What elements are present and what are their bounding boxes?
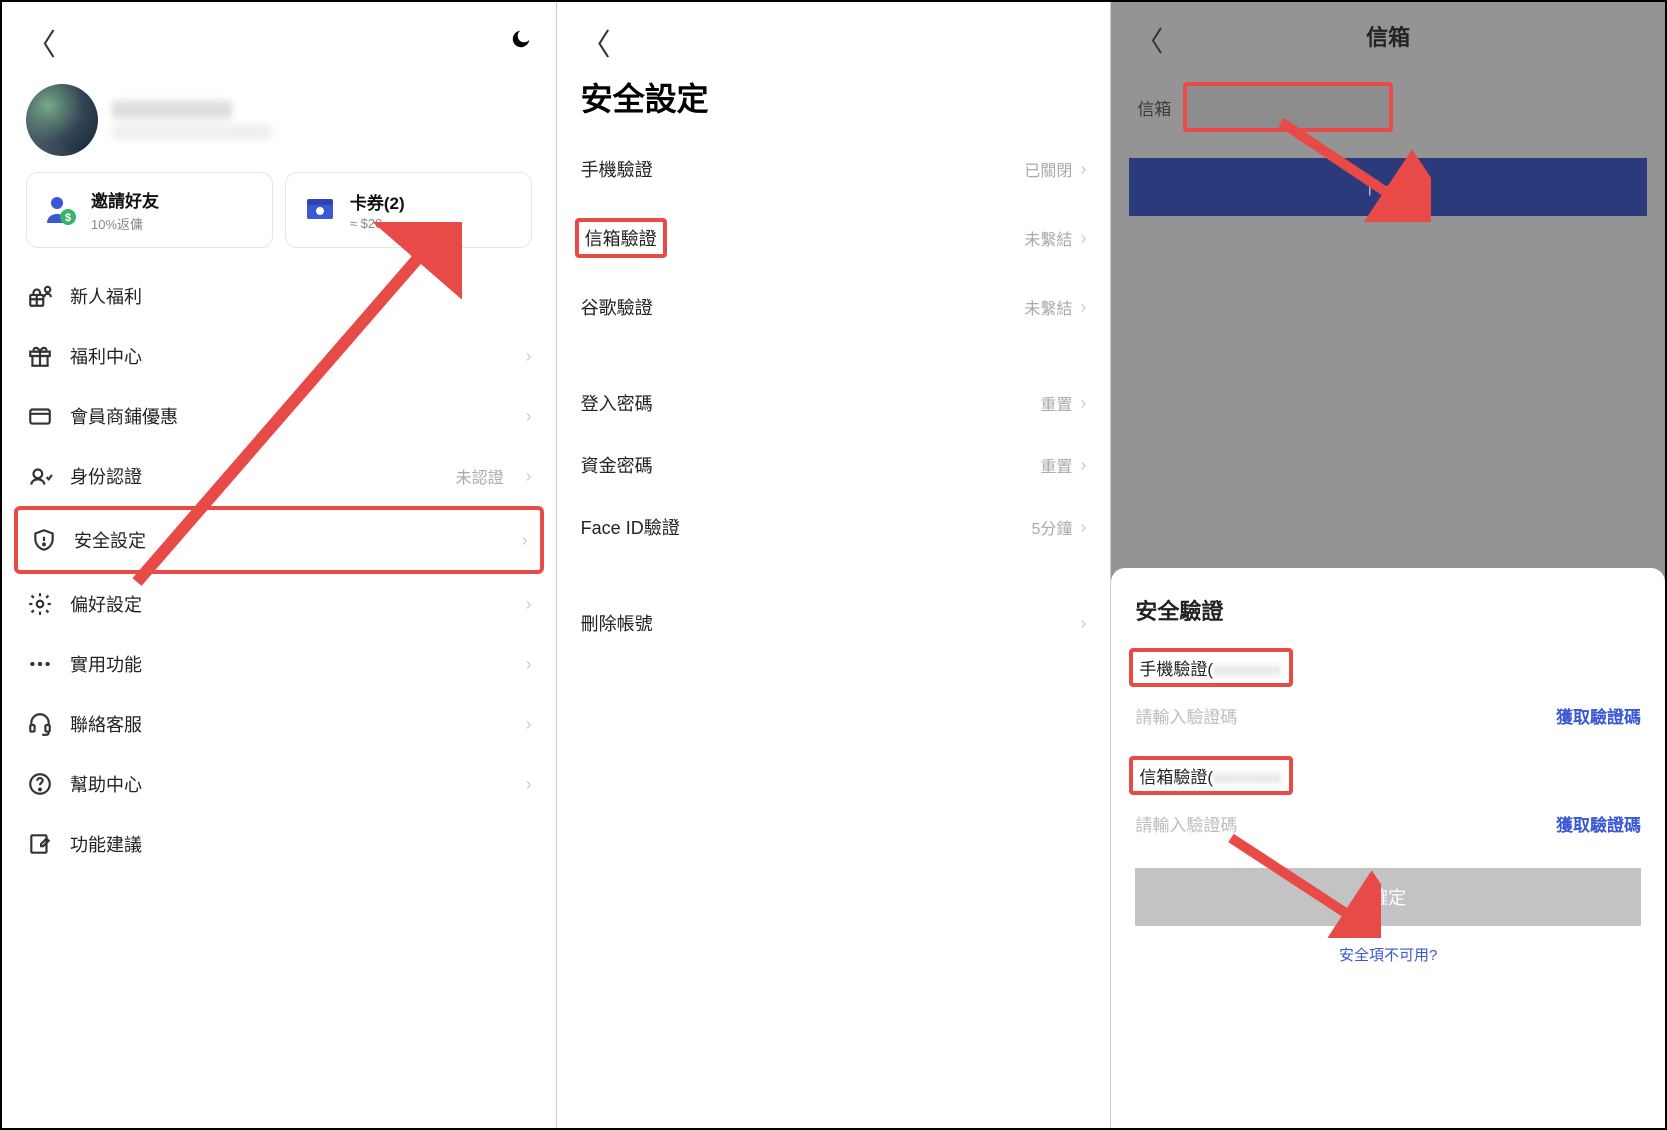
back-icon[interactable]: 〈 xyxy=(26,20,56,64)
chevron-right-icon: › xyxy=(526,654,532,675)
menu-label: 功能建議 xyxy=(70,831,532,857)
invite-sub: 10%返傭 xyxy=(91,214,159,233)
menu-label: 幫助中心 xyxy=(70,771,504,797)
menu-item-8[interactable]: 幫助中心 › xyxy=(14,754,544,814)
profile-info xyxy=(112,101,532,139)
menu-item-0[interactable]: 新人福利 xyxy=(14,266,544,326)
chevron-right-icon: › xyxy=(1080,297,1086,318)
shield-icon xyxy=(30,526,58,554)
setting-label: 刪除帳號 xyxy=(581,610,1073,636)
setting-value: 未繫結 xyxy=(1024,226,1072,250)
gift-icon xyxy=(26,342,54,370)
setting-item-1-2[interactable]: Face ID驗證5分鐘 › xyxy=(557,496,1111,558)
menu-item-2[interactable]: 會員商鋪優惠 › xyxy=(14,386,544,446)
invite-title: 邀請好友 xyxy=(91,187,159,212)
chevron-right-icon: › xyxy=(522,530,528,551)
coupon-title: 卡券(2) xyxy=(350,189,405,214)
chevron-right-icon: › xyxy=(526,406,532,427)
setting-item-0-1[interactable]: 信箱驗證 未繫結 › xyxy=(557,200,1111,276)
avatar xyxy=(26,84,98,156)
setting-label: 資金密碼 xyxy=(581,452,1041,478)
edit-icon xyxy=(26,830,54,858)
setting-label: 信箱驗證 xyxy=(575,218,667,258)
chevron-right-icon: › xyxy=(1080,455,1086,476)
profile-section[interactable] xyxy=(2,74,556,172)
setting-label: Face ID驗證 xyxy=(581,514,1032,540)
confirm-button[interactable]: 確定 xyxy=(1135,868,1641,926)
menu-label: 偏好設定 xyxy=(70,591,504,617)
setting-value: 重置 xyxy=(1040,453,1072,477)
setting-label: 登入密碼 xyxy=(581,390,1041,416)
menu-label: 安全設定 xyxy=(74,527,500,553)
setting-item-1-0[interactable]: 登入密碼重置 › xyxy=(557,372,1111,434)
menu-item-7[interactable]: 聯絡客服 › xyxy=(14,694,544,754)
setting-value: 重置 xyxy=(1040,391,1072,415)
menu-label: 實用功能 xyxy=(70,651,504,677)
headset-icon xyxy=(26,710,54,738)
setting-value: 5分鐘 xyxy=(1031,515,1072,539)
page-title: 安全設定 xyxy=(557,70,1111,138)
id-icon xyxy=(26,462,54,490)
ticket-icon xyxy=(302,192,338,228)
chevron-right-icon: › xyxy=(1080,393,1086,414)
menu-item-6[interactable]: 實用功能 › xyxy=(14,634,544,694)
svg-text:$: $ xyxy=(65,212,71,224)
gift-person-icon xyxy=(26,282,54,310)
phone-verify-label: 手機驗證(xxxxxxxx xyxy=(1129,648,1293,687)
back-icon[interactable]: 〈 xyxy=(581,29,611,62)
unavailable-link[interactable]: 安全項不可用? xyxy=(1135,944,1641,965)
chevron-right-icon: › xyxy=(526,466,532,487)
gear-icon xyxy=(26,590,54,618)
invite-friends-card[interactable]: $ 邀請好友 10%返傭 xyxy=(26,172,273,248)
next-button[interactable]: 下一步 xyxy=(1129,158,1647,216)
coupon-sub: ≈ $20 xyxy=(350,216,405,231)
sheet-title: 安全驗證 xyxy=(1135,594,1641,626)
setting-label: 谷歌驗證 xyxy=(581,294,1025,320)
menu-label: 會員商鋪優惠 xyxy=(70,403,504,429)
menu-item-9[interactable]: 功能建議 xyxy=(14,814,544,874)
question-icon xyxy=(26,770,54,798)
menu-item-5[interactable]: 偏好設定 › xyxy=(14,574,544,634)
chevron-right-icon: › xyxy=(526,714,532,735)
get-phone-code-button[interactable]: 獲取驗證碼 xyxy=(1556,703,1641,728)
menu-label: 新人福利 xyxy=(70,283,532,309)
email-verify-label: 信箱驗證(xxxxxxxx xyxy=(1129,756,1293,795)
phone-code-input[interactable]: 請輸入驗證碼 xyxy=(1135,703,1237,728)
menu-item-4[interactable]: 安全設定 › xyxy=(14,506,544,574)
setting-value: 未繫結 xyxy=(1024,295,1072,319)
dots-icon xyxy=(26,650,54,678)
email-label: 信箱 xyxy=(1137,95,1171,120)
email-code-input[interactable]: 請輸入驗證碼 xyxy=(1135,811,1237,836)
setting-item-0-2[interactable]: 谷歌驗證未繫結 › xyxy=(557,276,1111,338)
chevron-right-icon: › xyxy=(526,774,532,795)
setting-label: 手機驗證 xyxy=(581,156,1025,182)
card-icon xyxy=(26,402,54,430)
menu-label: 福利中心 xyxy=(70,343,504,369)
setting-item-1-1[interactable]: 資金密碼重置 › xyxy=(557,434,1111,496)
dark-mode-icon[interactable] xyxy=(510,28,532,57)
menu-item-3[interactable]: 身份認證未認證 › xyxy=(14,446,544,506)
chevron-right-icon: › xyxy=(1080,613,1086,634)
menu-label: 身份認證 xyxy=(70,463,440,489)
menu-item-1[interactable]: 福利中心 › xyxy=(14,326,544,386)
get-email-code-button[interactable]: 獲取驗證碼 xyxy=(1556,811,1641,836)
chevron-right-icon: › xyxy=(1080,159,1086,180)
back-icon[interactable]: 〈 xyxy=(1135,20,1163,60)
menu-value: 未認證 xyxy=(456,464,504,488)
page-title: 信箱 xyxy=(1366,20,1410,52)
coupon-card[interactable]: 卡券(2) ≈ $20 xyxy=(285,172,532,248)
chevron-right-icon: › xyxy=(1080,517,1086,538)
menu-label: 聯絡客服 xyxy=(70,711,504,737)
person-dollar-icon: $ xyxy=(43,192,79,228)
chevron-right-icon: › xyxy=(526,594,532,615)
setting-value: 已關閉 xyxy=(1024,157,1072,181)
chevron-right-icon: › xyxy=(1080,228,1086,249)
chevron-right-icon: › xyxy=(526,346,532,367)
verification-sheet: 安全驗證 手機驗證(xxxxxxxx 請輸入驗證碼 獲取驗證碼 信箱驗證(xxx… xyxy=(1111,568,1665,1128)
setting-item-0-0[interactable]: 手機驗證已關閉 › xyxy=(557,138,1111,200)
email-input[interactable] xyxy=(1183,82,1393,132)
setting-item-2-0[interactable]: 刪除帳號 › xyxy=(557,592,1111,654)
